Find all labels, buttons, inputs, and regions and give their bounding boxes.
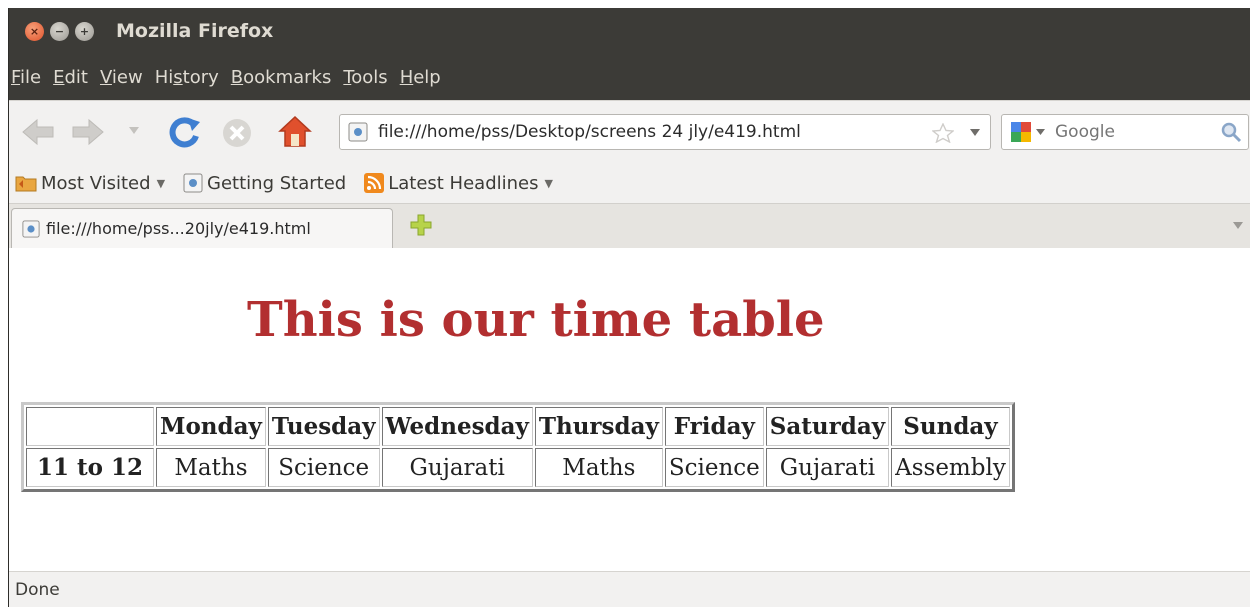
row-header: 11 to 12 <box>26 448 154 487</box>
tab-title: file:///home/pss...20jly/e419.html <box>46 219 311 238</box>
table-row: 11 to 12 Maths Science Gujarati Maths Sc… <box>26 448 1010 487</box>
status-text: Done <box>15 579 60 600</box>
folder-icon <box>15 174 37 192</box>
minimize-window-button[interactable]: − <box>50 21 69 41</box>
tab-active[interactable]: file:///home/pss...20jly/e419.html <box>11 208 393 248</box>
menu-label: dit <box>64 66 88 88</box>
url-dropdown-icon[interactable] <box>970 129 980 137</box>
menu-label: ookmarks <box>243 66 332 88</box>
column-header: Monday <box>156 407 266 446</box>
history-dropdown-icon[interactable] <box>129 127 139 135</box>
menu-mnemonic: s <box>173 66 183 88</box>
magnifier-icon[interactable] <box>1220 121 1242 143</box>
browser-window: × − + Mozilla Firefox File Edit View His… <box>8 8 1250 607</box>
chevron-down-icon: ▼ <box>544 176 553 190</box>
menu-help[interactable]: Help <box>400 67 441 88</box>
column-header: Saturday <box>765 407 890 446</box>
menu-bar: File Edit View History Bookmarks Tools H… <box>9 54 1250 100</box>
column-header: Friday <box>664 407 764 446</box>
menu-mnemonic: V <box>99 66 112 88</box>
menu-label: ools <box>351 66 388 88</box>
page-icon <box>183 173 203 193</box>
forward-arrow-icon[interactable] <box>71 118 105 146</box>
column-header: Wednesday <box>381 407 533 446</box>
menu-label: tory <box>182 66 219 88</box>
stop-icon[interactable] <box>221 117 253 149</box>
search-bar[interactable] <box>1001 114 1249 150</box>
bookmark-most-visited[interactable]: Most Visited ▼ <box>15 173 165 194</box>
table-cell: Assembly <box>891 448 1010 487</box>
menu-label-prefix: Hi <box>154 66 174 88</box>
menu-view[interactable]: View <box>100 67 143 88</box>
menu-label: iew <box>111 66 143 88</box>
chevron-down-icon: ▼ <box>156 176 166 190</box>
page-icon <box>22 219 40 238</box>
timetable: Monday Tuesday Wednesday Thursday Friday… <box>21 402 1015 492</box>
menu-bookmarks[interactable]: Bookmarks <box>231 67 332 88</box>
search-input[interactable] <box>1053 121 1207 143</box>
menu-mnemonic: H <box>399 66 414 88</box>
url-bar[interactable]: file:///home/pss/Desktop/screens 24 jly/… <box>339 114 991 150</box>
menu-edit[interactable]: Edit <box>53 67 88 88</box>
table-cell: Science <box>267 448 380 487</box>
search-engine-dropdown-icon[interactable] <box>1036 128 1045 136</box>
bookmark-label: Getting Started <box>207 172 347 194</box>
bookmarks-toolbar: Most Visited ▼ Getting Started Latest He… <box>9 163 1250 203</box>
corner-cell <box>26 407 154 446</box>
bookmark-latest-headlines[interactable]: Latest Headlines ▼ <box>364 173 553 194</box>
bookmark-label: Most Visited <box>41 172 151 194</box>
close-window-button[interactable]: × <box>25 21 44 41</box>
menu-label: elp <box>413 66 441 88</box>
column-header: Thursday <box>534 407 663 446</box>
page-heading: This is our time table <box>247 292 825 348</box>
page-icon <box>348 122 368 142</box>
menu-mnemonic: B <box>230 66 244 88</box>
table-cell: Gujarati <box>381 448 533 487</box>
table-cell: Science <box>664 448 764 487</box>
table-cell: Maths <box>156 448 266 487</box>
bookmark-getting-started[interactable]: Getting Started <box>183 173 346 194</box>
menu-tools[interactable]: Tools <box>343 67 387 88</box>
column-header: Tuesday <box>267 407 380 446</box>
google-icon[interactable] <box>1010 121 1032 143</box>
menu-file[interactable]: File <box>11 67 41 88</box>
menu-history[interactable]: History <box>155 67 219 88</box>
home-icon[interactable] <box>277 114 313 148</box>
rss-icon <box>364 173 385 193</box>
table-cell: Maths <box>534 448 663 487</box>
bookmark-label: Latest Headlines <box>388 172 539 194</box>
star-icon[interactable] <box>932 123 954 143</box>
maximize-window-button[interactable]: + <box>75 21 94 41</box>
table-header-row: Monday Tuesday Wednesday Thursday Friday… <box>26 407 1010 446</box>
status-bar: Done <box>9 571 1250 607</box>
title-bar: × − + Mozilla Firefox <box>9 8 1250 54</box>
new-tab-button[interactable] <box>409 213 433 237</box>
page-content: This is our time table Monday Tuesday We… <box>9 248 1250 572</box>
column-header: Sunday <box>891 407 1010 446</box>
back-arrow-icon[interactable] <box>21 118 55 146</box>
window-title: Mozilla Firefox <box>116 20 274 42</box>
menu-mnemonic: E <box>53 66 65 88</box>
menu-mnemonic: F <box>11 66 21 88</box>
table-cell: Gujarati <box>765 448 890 487</box>
tab-list-dropdown-icon[interactable] <box>1233 222 1243 230</box>
tab-bar: file:///home/pss...20jly/e419.html <box>9 203 1250 249</box>
url-text[interactable]: file:///home/pss/Desktop/screens 24 jly/… <box>378 122 801 142</box>
navigation-toolbar: file:///home/pss/Desktop/screens 24 jly/… <box>9 100 1250 163</box>
menu-label: ile <box>20 66 42 88</box>
reload-icon[interactable] <box>168 116 202 148</box>
